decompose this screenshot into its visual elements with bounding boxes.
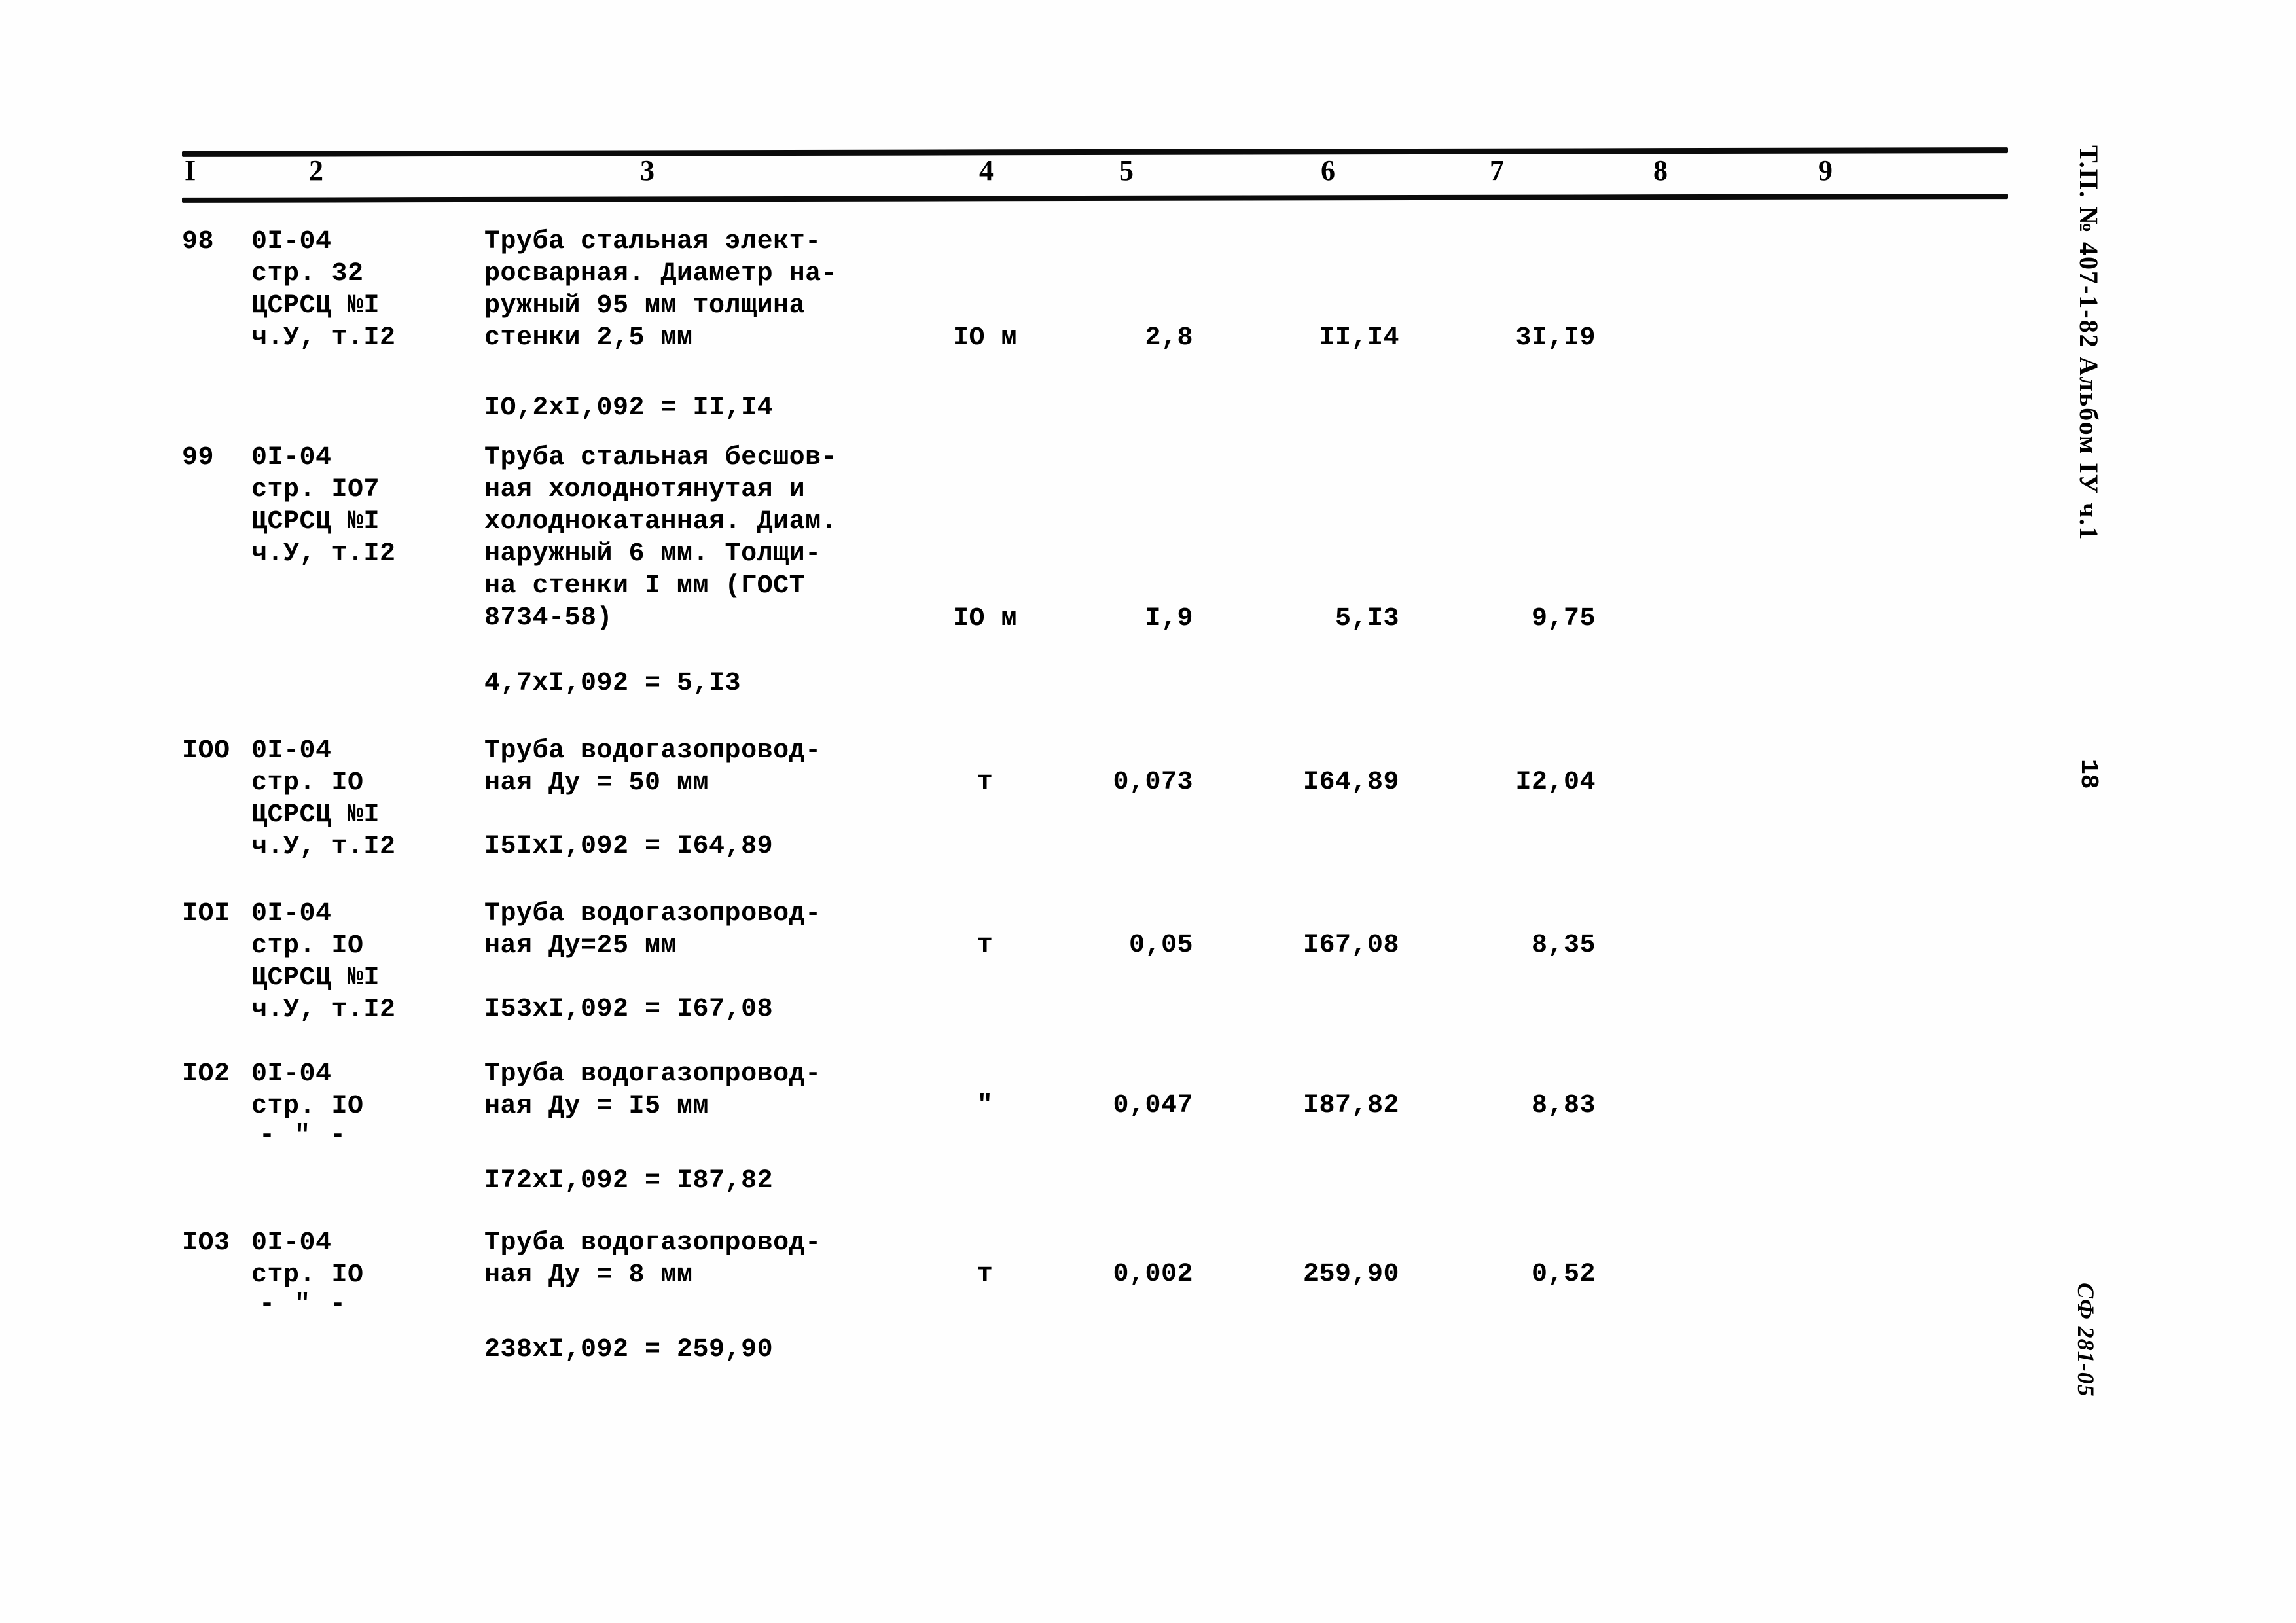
row-description: Труба стальная элект- росварная. Диаметр… — [484, 227, 838, 353]
table-row: IOO 0I-04 стр. IO ЦСРСЦ №I ч.У, т.I2 Тру… — [182, 735, 2008, 876]
row-position: IO2 — [182, 1060, 230, 1089]
column-header-2: 2 — [309, 154, 323, 187]
column-header-7: 7 — [1490, 154, 1504, 187]
row-position: IOO — [182, 736, 230, 766]
row-price: I67,08 — [1302, 931, 1399, 960]
row-total: 8,35 — [1531, 931, 1596, 960]
row-description: Труба водогазопровод- ная Ду = 50 мм — [484, 736, 821, 798]
row-unit: т — [977, 1260, 994, 1289]
row-position: IOI — [182, 899, 230, 929]
row-calculation: I53xI,092 = I67,08 — [484, 995, 774, 1024]
row-code-block: 0I-04 стр. 32 ЦСРСЦ №I ч.У, т.I2 — [251, 227, 396, 353]
row-total: I2,04 — [1515, 768, 1596, 797]
row-description: Труба стальная бесшов- ная холоднотянута… — [484, 443, 838, 633]
row-description: Труба водогазопровод- ная Ду=25 мм — [484, 899, 821, 961]
table-row: 98 0I-04 стр. 32 ЦСРСЦ №I ч.У, т.I2 Труб… — [182, 201, 2008, 423]
row-unit: IO м — [952, 604, 1017, 633]
table-row: IOI 0I-04 стр. IO ЦСРСЦ №I ч.У, т.I2 Тру… — [182, 898, 2008, 1039]
row-unit: т — [977, 768, 994, 797]
table-row: IO2 0I-04 стр. IO - " - Труба водогазопр… — [182, 1058, 2008, 1209]
table-header-row: I 2 3 4 5 6 7 8 9 — [182, 155, 2008, 196]
row-total: 8,83 — [1531, 1091, 1596, 1120]
column-header-5: 5 — [1119, 154, 1134, 187]
row-qty: 0,05 — [1128, 931, 1193, 960]
column-header-4: 4 — [979, 154, 994, 187]
column-header-3: 3 — [640, 154, 655, 187]
row-position: 98 — [182, 227, 215, 257]
row-description: Труба водогазопровод- ная Ду = 8 мм — [484, 1228, 821, 1290]
row-position: IO3 — [182, 1228, 230, 1258]
row-code-block: 0I-04 стр. IO7 ЦСРСЦ №I ч.У, т.I2 — [251, 443, 396, 569]
margin-archive-stamp: СФ 281-05 — [2073, 1283, 2099, 1397]
estimate-table: I 2 3 4 5 6 7 8 9 98 0I-04 стр. 32 ЦСРСЦ… — [182, 147, 2008, 1378]
row-calculation: 238xI,092 = 259,90 — [484, 1335, 774, 1364]
table-row: IO3 0I-04 стр. IO - " - Труба водогазопр… — [182, 1227, 2008, 1378]
row-position: 99 — [182, 443, 215, 473]
row-description: Труба водогазопровод- ная Ду = I5 мм — [484, 1060, 821, 1121]
column-header-8: 8 — [1653, 154, 1668, 187]
row-price: I87,82 — [1302, 1091, 1399, 1120]
ditto-mark: - " - — [259, 1121, 348, 1150]
column-header-9: 9 — [1818, 154, 1833, 187]
margin-page-number: 18 — [2074, 759, 2102, 789]
row-unit: т — [977, 931, 994, 960]
row-qty: 2,8 — [1145, 323, 1193, 353]
row-calculation: I72xI,092 = I87,82 — [484, 1166, 774, 1196]
row-calculation: IO,2xI,092 = II,I4 — [484, 393, 774, 423]
row-code-block: 0I-04 стр. IO — [251, 1060, 364, 1121]
row-price: II,I4 — [1319, 323, 1399, 353]
row-price: 5,I3 — [1335, 604, 1399, 633]
row-unit: " — [977, 1091, 994, 1120]
column-header-6: 6 — [1321, 154, 1335, 187]
row-qty: 0,002 — [1113, 1260, 1193, 1289]
row-calculation: I5IxI,092 = I64,89 — [484, 832, 774, 861]
row-total: 9,75 — [1531, 604, 1596, 633]
row-total: 3I,I9 — [1515, 323, 1596, 353]
row-total: 0,52 — [1531, 1260, 1596, 1289]
margin-document-reference: Т.П. № 407-1-82 Альбом IУ ч.1 — [2074, 145, 2104, 541]
row-code-block: 0I-04 стр. IO — [251, 1228, 364, 1290]
row-qty: 0,073 — [1113, 768, 1193, 797]
row-price: 259,90 — [1302, 1260, 1399, 1289]
row-qty: 0,047 — [1113, 1091, 1193, 1120]
column-header-1: I — [185, 154, 196, 187]
row-price: I64,89 — [1302, 768, 1399, 797]
row-unit: IO м — [952, 323, 1017, 353]
row-code-block: 0I-04 стр. IO ЦСРСЦ №I ч.У, т.I2 — [251, 899, 396, 1025]
row-code-block: 0I-04 стр. IO ЦСРСЦ №I ч.У, т.I2 — [251, 736, 396, 862]
table-row: 99 0I-04 стр. IO7 ЦСРСЦ №I ч.У, т.I2 Тру… — [182, 442, 2008, 704]
row-calculation: 4,7xI,092 = 5,I3 — [484, 669, 742, 698]
row-qty: I,9 — [1145, 604, 1193, 633]
ditto-mark: - " - — [259, 1290, 348, 1319]
document-page: I 2 3 4 5 6 7 8 9 98 0I-04 стр. 32 ЦСРСЦ… — [0, 0, 2296, 1623]
